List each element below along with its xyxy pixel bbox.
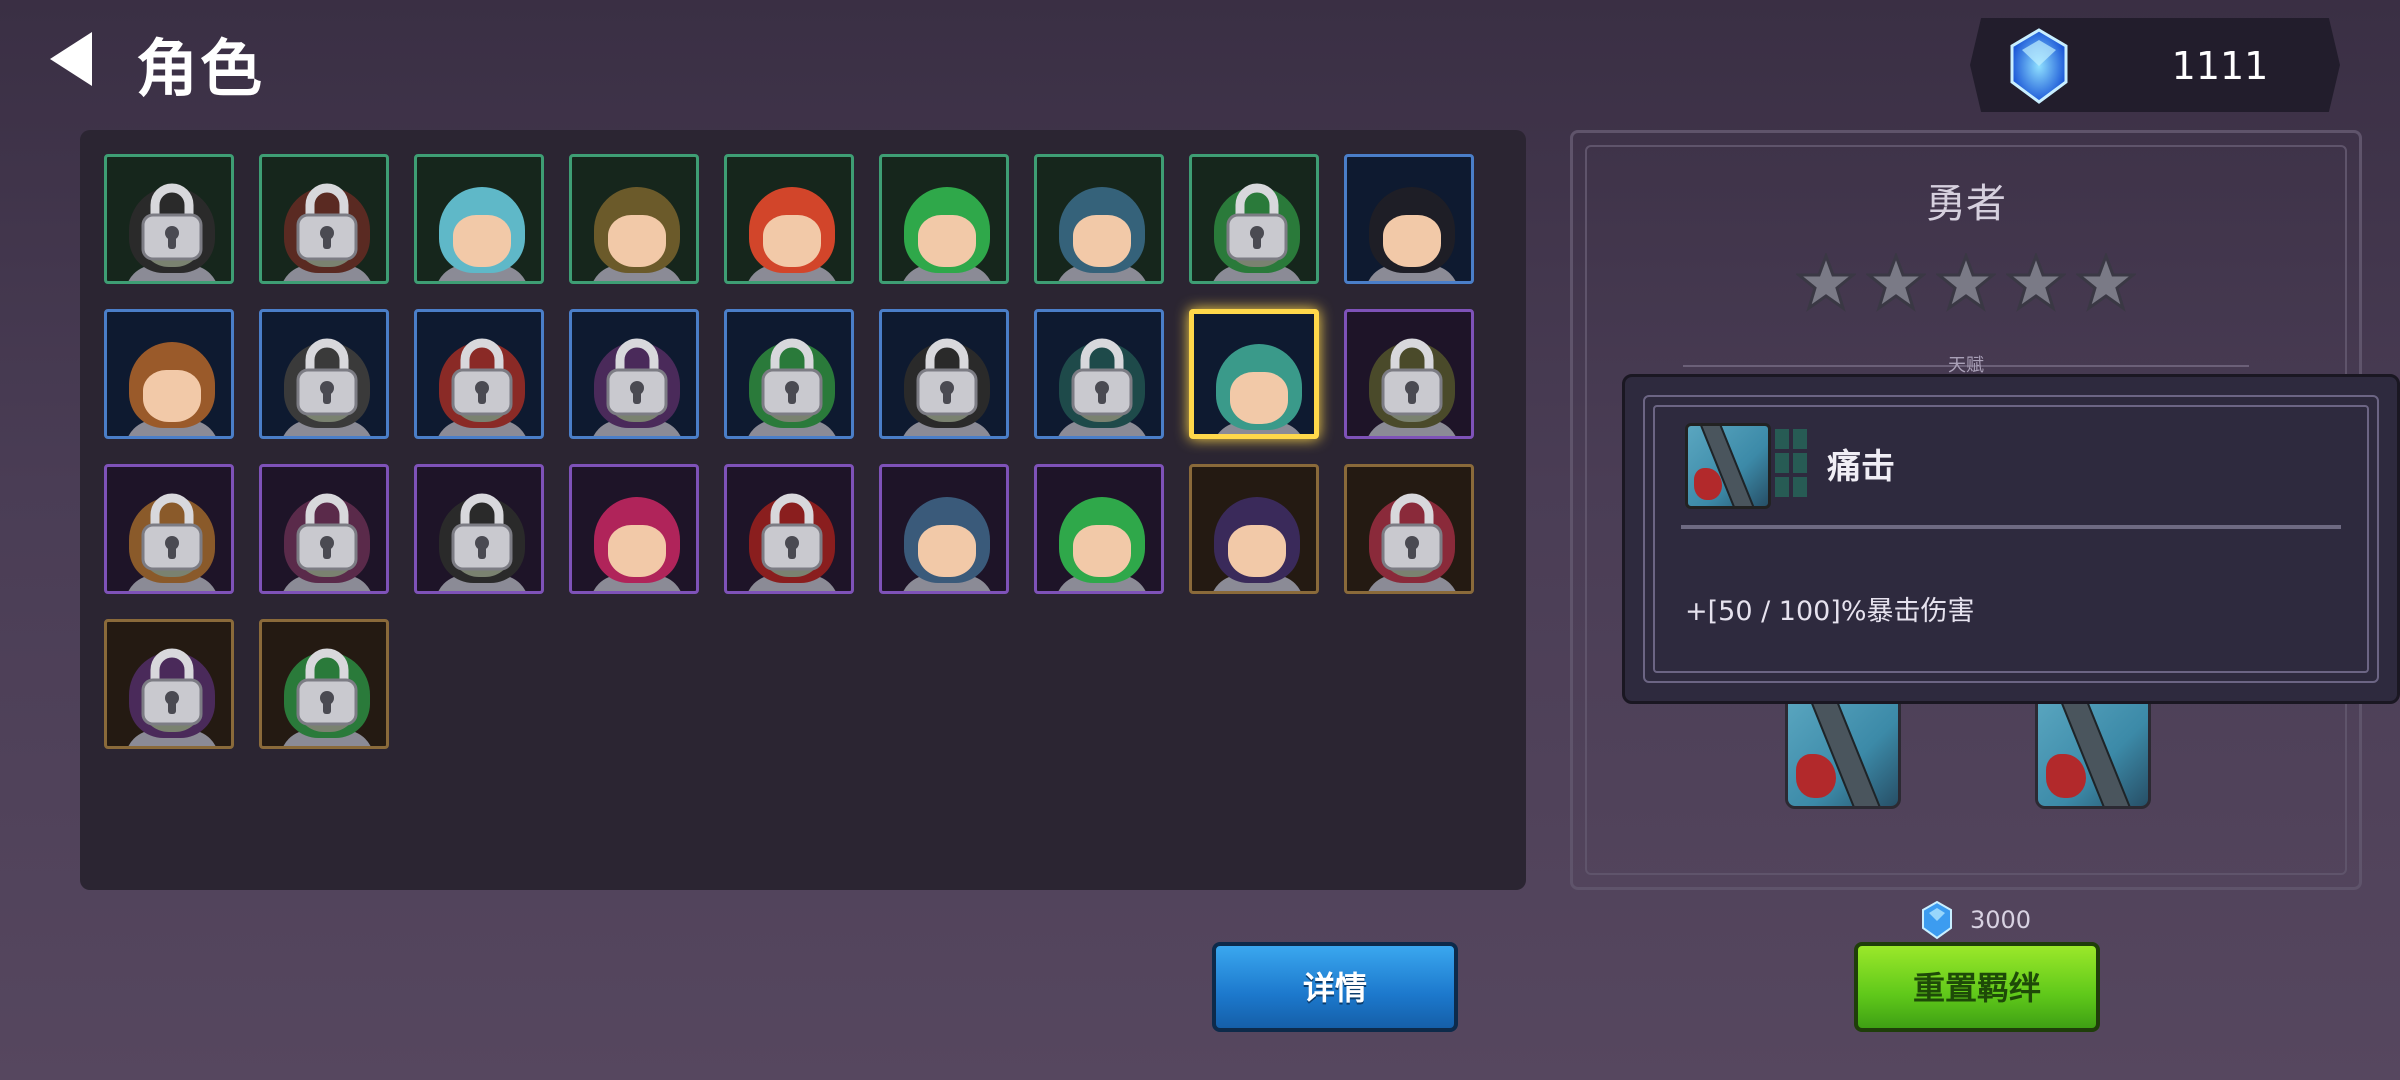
star-icon [2004, 251, 2068, 313]
talent-skill-icon-2[interactable] [2035, 693, 2151, 809]
blood-splash-icon [1694, 468, 1722, 500]
level-pip [1775, 453, 1789, 473]
character-portrait[interactable] [259, 154, 389, 284]
lock-icon [1377, 336, 1447, 416]
level-pip [1775, 429, 1789, 449]
lock-icon [447, 491, 517, 571]
lock-icon [1067, 336, 1137, 416]
cost-value: 3000 [1970, 906, 2032, 934]
lock-icon [757, 491, 827, 571]
character-face [608, 525, 666, 577]
character-face [763, 215, 821, 267]
level-pip [1775, 477, 1789, 497]
character-portrait[interactable] [1189, 154, 1319, 284]
character-grid [80, 130, 1526, 890]
character-portrait[interactable] [1034, 464, 1164, 594]
character-portrait[interactable] [1344, 309, 1474, 439]
character-portrait[interactable] [879, 309, 1009, 439]
lock-icon [137, 181, 207, 261]
hero-star-rating [1573, 251, 2359, 317]
character-portrait[interactable] [724, 309, 854, 439]
lock-icon [602, 336, 672, 416]
character-portrait[interactable] [569, 309, 699, 439]
gem-count: 1111 [2171, 44, 2269, 88]
character-portrait[interactable] [259, 464, 389, 594]
character-portrait[interactable] [414, 154, 544, 284]
lock-icon [137, 491, 207, 571]
lock-icon [1222, 181, 1292, 261]
character-portrait[interactable] [1344, 464, 1474, 594]
back-arrow-icon [50, 32, 92, 86]
character-portrait[interactable] [414, 464, 544, 594]
lock-icon [292, 336, 362, 416]
gem-icon [2010, 28, 2068, 104]
page-title: 角色 [136, 32, 265, 105]
level-pip [1793, 429, 1807, 449]
character-portrait[interactable] [1189, 464, 1319, 594]
level-pip [1793, 477, 1807, 497]
character-portrait[interactable] [879, 154, 1009, 284]
talent-skill-icon-1[interactable] [1785, 693, 1901, 809]
character-face [1073, 525, 1131, 577]
star-icon [1794, 251, 1858, 313]
skill-icon [1685, 423, 1771, 509]
level-pip [1793, 453, 1807, 473]
blood-splash-icon [1796, 754, 1836, 798]
character-face [1383, 215, 1441, 267]
lock-icon [292, 646, 362, 726]
gem-icon [1922, 900, 1952, 940]
character-portrait[interactable] [724, 464, 854, 594]
lock-icon [137, 646, 207, 726]
character-portrait[interactable] [724, 154, 854, 284]
lock-icon [1377, 491, 1447, 571]
character-portrait[interactable] [414, 309, 544, 439]
character-portrait[interactable] [1034, 154, 1164, 284]
character-portrait[interactable] [1189, 309, 1319, 439]
character-portrait[interactable] [259, 309, 389, 439]
lock-icon [912, 336, 982, 416]
details-button[interactable]: 详情 [1212, 942, 1458, 1032]
character-portrait[interactable] [104, 309, 234, 439]
character-portrait[interactable] [569, 464, 699, 594]
character-face [143, 370, 201, 422]
top-bar: 角色 1111 [0, 0, 2400, 120]
character-portrait[interactable] [1034, 309, 1164, 439]
character-face [1073, 215, 1131, 267]
skill-description: +[50 / 100]%暴击伤害 [1685, 596, 1975, 627]
character-face [918, 215, 976, 267]
reset-bond-button[interactable]: 重置羁绊 [1854, 942, 2100, 1032]
lock-icon [447, 336, 517, 416]
star-icon [1864, 251, 1928, 313]
character-face [1230, 372, 1288, 424]
skill-name: 痛击 [1827, 447, 1895, 487]
back-button[interactable] [40, 24, 110, 94]
character-portrait[interactable] [569, 154, 699, 284]
star-icon [1934, 251, 1998, 313]
star-icon [2074, 251, 2138, 313]
skill-level-pips [1775, 429, 1809, 499]
lock-icon [757, 336, 827, 416]
character-portrait[interactable] [259, 619, 389, 749]
character-portrait[interactable] [879, 464, 1009, 594]
character-face [453, 215, 511, 267]
skill-tooltip: 痛击 +[50 / 100]%暴击伤害 [1622, 374, 2400, 704]
character-face [1228, 525, 1286, 577]
character-portrait[interactable] [104, 619, 234, 749]
character-face [918, 525, 976, 577]
gem-balance: 1111 [1970, 18, 2340, 112]
character-face [608, 215, 666, 267]
lock-icon [292, 491, 362, 571]
lock-icon [292, 181, 362, 261]
character-portrait[interactable] [1344, 154, 1474, 284]
character-portrait[interactable] [104, 154, 234, 284]
blood-splash-icon [2046, 754, 2086, 798]
character-portrait[interactable] [104, 464, 234, 594]
hero-name: 勇者 [1926, 181, 2006, 227]
tooltip-divider [1681, 525, 2341, 529]
